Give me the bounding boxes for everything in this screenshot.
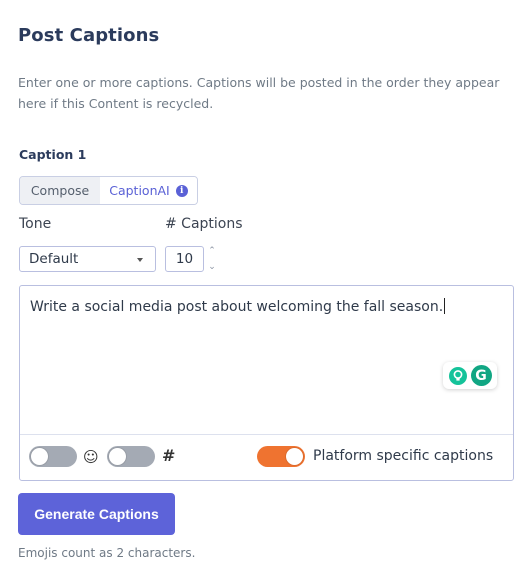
generate-captions-button[interactable]: Generate Captions bbox=[18, 493, 175, 535]
compose-mode-switch: Compose CaptionAI i bbox=[19, 176, 198, 205]
captions-description: Enter one or more captions. Captions wil… bbox=[18, 75, 500, 111]
hashtag-icon: # bbox=[162, 446, 176, 465]
grammarly-icon: G bbox=[470, 365, 492, 386]
platform-specific-toggle[interactable] bbox=[257, 446, 305, 467]
tab-caption-ai[interactable]: CaptionAI i bbox=[100, 177, 197, 204]
generate-captions-label: Generate Captions bbox=[34, 506, 159, 522]
info-icon[interactable]: i bbox=[175, 184, 188, 197]
emoji-count-note: Emojis count as 2 characters. bbox=[18, 546, 196, 560]
hashtag-toggle[interactable] bbox=[107, 446, 155, 467]
chevron-down-icon bbox=[137, 258, 143, 262]
chevron-up-icon[interactable]: ⌃ bbox=[206, 246, 218, 256]
caption-prompt-text[interactable]: Write a social media post about welcomin… bbox=[30, 298, 445, 315]
smiley-icon: ☺ bbox=[83, 448, 99, 466]
tab-compose[interactable]: Compose bbox=[20, 177, 100, 204]
captions-count-value: 10 bbox=[175, 251, 194, 267]
caption-editor[interactable]: Write a social media post about welcomin… bbox=[19, 285, 514, 481]
tone-label: Tone bbox=[19, 216, 52, 232]
tone-select[interactable]: Default bbox=[19, 246, 156, 272]
caption-label: Caption 1 bbox=[19, 147, 87, 162]
chevron-down-icon[interactable]: ⌄ bbox=[206, 262, 218, 272]
emoji-toggle[interactable] bbox=[29, 446, 77, 467]
grammarly-letter: G bbox=[475, 367, 487, 384]
page-title: Post Captions bbox=[18, 25, 160, 46]
tone-select-value: Default bbox=[29, 251, 79, 267]
grammarly-widget[interactable]: G bbox=[443, 362, 497, 389]
tab-compose-label: Compose bbox=[30, 183, 90, 198]
tab-caption-ai-label: CaptionAI bbox=[109, 183, 170, 198]
captions-count-input[interactable]: 10 bbox=[165, 246, 204, 272]
editor-toolbar: ☺ # Platform specific captions bbox=[20, 434, 513, 480]
lightbulb-icon bbox=[448, 366, 467, 385]
platform-specific-label: Platform specific captions bbox=[313, 448, 494, 464]
captions-count-label: # Captions bbox=[165, 216, 243, 232]
